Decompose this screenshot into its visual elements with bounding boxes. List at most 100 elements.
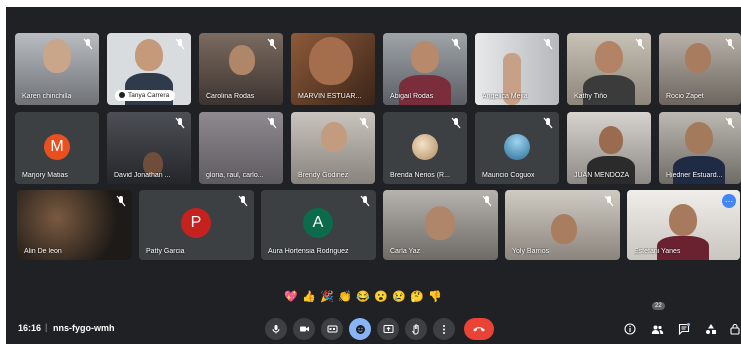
end-call-button[interactable] bbox=[464, 318, 494, 340]
mic-off-icon bbox=[543, 117, 553, 129]
info-button[interactable] bbox=[622, 321, 638, 337]
more-button[interactable] bbox=[433, 318, 455, 340]
participant-name: Kathy Tiño bbox=[574, 93, 608, 100]
participant-name: Estefani Yanes bbox=[634, 248, 681, 255]
tile-marjory[interactable]: M Marjory Matias bbox=[15, 112, 99, 184]
avatar: A bbox=[303, 208, 333, 238]
mic-off-icon bbox=[451, 38, 461, 50]
tile-brenda[interactable]: Brenda Nerios (R... bbox=[383, 112, 467, 184]
activities-button[interactable] bbox=[703, 321, 719, 337]
bottom-bar: 16:16 | nns-fygo-wmh bbox=[6, 315, 741, 344]
host-controls-button[interactable] bbox=[727, 321, 741, 337]
meeting-time: 16:16 bbox=[18, 323, 42, 333]
participant-name: Mauricio Coguox bbox=[482, 172, 535, 179]
participant-name: Rocio Zapet bbox=[666, 93, 704, 100]
people-button[interactable] bbox=[649, 321, 665, 337]
mic-icon bbox=[272, 325, 280, 334]
face bbox=[599, 126, 623, 154]
tile-kathy[interactable]: Kathy Tiño bbox=[567, 33, 651, 105]
tile-karen[interactable]: Karen chinchilla bbox=[15, 33, 99, 105]
reaction-clap[interactable]: 👏 bbox=[338, 290, 352, 303]
participant-name: Patty Garcia bbox=[146, 248, 185, 255]
tile-yoly[interactable]: Yoly Barrios bbox=[505, 190, 620, 260]
face bbox=[43, 39, 71, 73]
tile-patty[interactable]: P Patty Garcia bbox=[139, 190, 254, 260]
participant-name: Brendy Godinez bbox=[298, 172, 349, 179]
face bbox=[321, 122, 347, 152]
participant-name: Tanya Carrera bbox=[128, 92, 170, 99]
tile-carolina[interactable]: Carolina Rodas bbox=[199, 33, 283, 105]
tile-abigail[interactable]: Abigail Rodas bbox=[383, 33, 467, 105]
participant-name: JUAN MENDOZA bbox=[574, 172, 630, 179]
tile-rocio[interactable]: Rocio Zapet bbox=[659, 33, 741, 105]
reaction-surprised[interactable]: 😮 bbox=[374, 290, 388, 303]
activities-icon bbox=[706, 324, 716, 334]
participant-name: Carla Yaz bbox=[390, 248, 421, 255]
host-controls-icon bbox=[730, 323, 740, 335]
participant-name: Brenda Nerios (R... bbox=[390, 172, 450, 179]
tile-brendy[interactable]: Brendy Godinez bbox=[291, 112, 375, 184]
mic-off-icon bbox=[175, 38, 185, 50]
tile-mauricio[interactable]: Mauricio Coguox bbox=[475, 112, 559, 184]
reaction-heart[interactable]: 💖 bbox=[284, 290, 298, 303]
chat-button[interactable] bbox=[676, 321, 692, 337]
shoulders bbox=[587, 156, 635, 184]
tile-marvin[interactable]: MARVIN ESTUAR... bbox=[291, 33, 375, 105]
mic-off-icon bbox=[482, 195, 492, 207]
face bbox=[669, 204, 697, 236]
tile-estefani[interactable]: Estefani Yanes … bbox=[627, 190, 740, 260]
face bbox=[425, 206, 455, 240]
tile-alin[interactable]: Alin De leon bbox=[17, 190, 132, 260]
chat-icon bbox=[678, 323, 690, 335]
mic-off-icon bbox=[359, 117, 369, 129]
shoulders bbox=[399, 75, 451, 105]
face bbox=[551, 214, 577, 244]
reaction-laugh[interactable]: 😂 bbox=[356, 290, 370, 303]
mic-off-icon bbox=[451, 117, 461, 129]
face bbox=[411, 41, 439, 73]
face bbox=[685, 43, 711, 73]
participant-name: Karen chinchilla bbox=[22, 93, 72, 100]
tile-angelica[interactable]: Angelica Mejia bbox=[475, 33, 559, 105]
present-icon bbox=[383, 325, 393, 333]
avatar bbox=[504, 134, 530, 160]
tile-hiedner[interactable]: Hiedner Estuard... bbox=[659, 112, 741, 184]
meeting-code: nns-fygo-wmh bbox=[53, 323, 115, 333]
tile-david[interactable]: David Jonathan ... bbox=[107, 112, 191, 184]
reaction-sad[interactable]: 😢 bbox=[392, 290, 406, 303]
participant-name: Angelica Mejia bbox=[482, 93, 528, 100]
emoji-button[interactable] bbox=[349, 318, 371, 340]
mic-off-icon bbox=[83, 38, 93, 50]
raise-hand-icon bbox=[412, 323, 419, 334]
tile-juan[interactable]: JUAN MENDOZA bbox=[567, 112, 651, 184]
camera-icon bbox=[299, 326, 309, 332]
mic-button[interactable] bbox=[265, 318, 287, 340]
avatar bbox=[412, 134, 438, 160]
reaction-party[interactable]: 🎉 bbox=[320, 290, 334, 303]
raise-hand-button[interactable] bbox=[405, 318, 427, 340]
mic-off-icon bbox=[116, 195, 126, 207]
reaction-thumbs-down[interactable]: 👎 bbox=[428, 290, 442, 303]
tile-tanya[interactable]: Tanya Carrera bbox=[107, 33, 191, 105]
tile-carla[interactable]: Carla Yaz bbox=[383, 190, 498, 260]
participant-name: Carolina Rodas bbox=[206, 93, 255, 100]
tile-aura[interactable]: A Aura Hortensia Rodriguez bbox=[261, 190, 376, 260]
reaction-thumbs-up[interactable]: 👍 bbox=[302, 290, 316, 303]
emoji-icon bbox=[355, 324, 365, 334]
tile-gloria[interactable]: gloria, raul, carlo... bbox=[199, 112, 283, 184]
face bbox=[685, 122, 713, 154]
more-options-icon[interactable]: … bbox=[722, 194, 736, 208]
present-button[interactable] bbox=[377, 318, 399, 340]
camera-button[interactable] bbox=[293, 318, 315, 340]
mic-off-icon bbox=[604, 195, 614, 207]
mic-off-icon bbox=[543, 38, 553, 50]
more-icon bbox=[443, 324, 445, 334]
reaction-thinking[interactable]: 🤔 bbox=[410, 290, 424, 303]
participant-name: Yoly Barrios bbox=[512, 248, 550, 255]
participant-name: David Jonathan ... bbox=[114, 172, 171, 179]
mic-off-icon bbox=[267, 117, 277, 129]
captions-button[interactable] bbox=[321, 318, 343, 340]
participant-name: MARVIN ESTUAR... bbox=[298, 93, 362, 100]
mic-off-icon bbox=[360, 195, 370, 207]
pin-icon bbox=[119, 92, 125, 98]
